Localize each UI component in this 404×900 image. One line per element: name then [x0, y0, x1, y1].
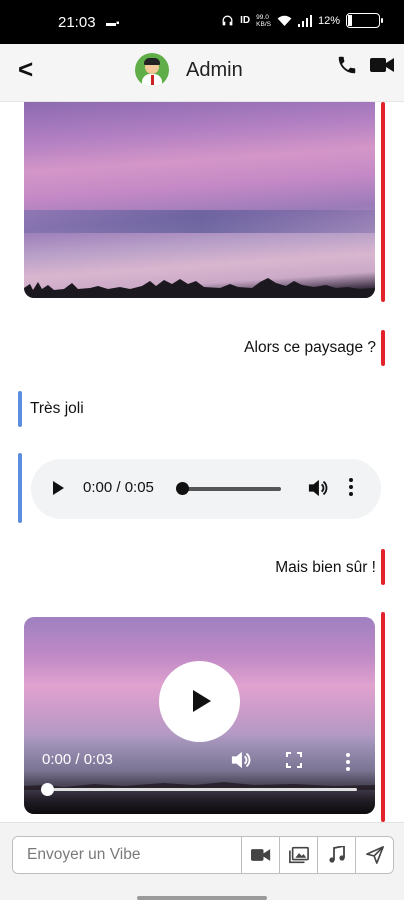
volume-icon[interactable]	[307, 478, 329, 498]
video-play-button[interactable]	[159, 661, 240, 742]
sent-indicator	[381, 612, 385, 822]
image-gallery-icon	[288, 846, 309, 864]
id-icon: ID	[240, 15, 251, 26]
battery-icon	[346, 13, 383, 28]
audio-progress-handle[interactable]	[176, 482, 189, 495]
send-button[interactable]	[355, 837, 393, 873]
home-indicator	[137, 896, 267, 900]
music-note-icon	[328, 846, 345, 863]
image-message[interactable]	[24, 102, 375, 298]
received-indicator	[18, 453, 22, 523]
status-icons: ID 99.0 KB/S 12%	[221, 13, 383, 28]
send-icon	[365, 846, 384, 864]
signal-icon	[297, 14, 312, 27]
video-camera-icon	[250, 849, 270, 861]
wifi-icon	[277, 15, 292, 26]
avatar[interactable]	[135, 53, 169, 87]
video-progress-handle[interactable]	[41, 783, 54, 796]
sent-indicator	[381, 102, 385, 302]
send-video-button[interactable]	[241, 837, 279, 873]
net-speed: 99.0 KB/S	[256, 13, 271, 28]
sunset-image	[24, 102, 375, 298]
message-text-sent: Alors ce paysage ?	[244, 339, 376, 356]
contact-name[interactable]: Admin	[186, 59, 243, 82]
video-volume-icon[interactable]	[230, 750, 252, 770]
audio-progress-track[interactable]	[183, 487, 281, 491]
message-input[interactable]	[13, 837, 241, 873]
sent-indicator	[381, 549, 385, 585]
audio-time: 0:00 / 0:05	[83, 479, 154, 496]
send-image-button[interactable]	[279, 837, 317, 873]
message-text-received: Très joli	[30, 400, 84, 417]
status-time: 21:03	[58, 14, 96, 31]
video-more-options-icon[interactable]	[346, 753, 350, 774]
received-indicator	[18, 391, 22, 427]
message-text-sent: Mais bien sûr !	[275, 559, 376, 576]
play-icon[interactable]	[53, 481, 64, 495]
audio-player[interactable]: 0:00 / 0:05	[31, 459, 381, 519]
battery-percent: 12%	[317, 14, 340, 27]
back-arrow-icon[interactable]: <	[18, 54, 33, 85]
video-progress-track[interactable]	[48, 788, 357, 791]
send-audio-button[interactable]	[317, 837, 355, 873]
sent-indicator	[381, 330, 385, 366]
notification-icon: ▬▪	[106, 18, 120, 29]
headphones-icon	[222, 15, 233, 26]
phone-icon[interactable]	[336, 54, 358, 76]
video-time: 0:00 / 0:03	[42, 751, 113, 768]
chat-header: < Admin	[0, 44, 404, 102]
status-bar: 21:03 ▬▪ ID 99.0 KB/S 12%	[0, 0, 404, 44]
treeline	[24, 278, 375, 298]
video-call-icon[interactable]	[370, 56, 394, 74]
composer-bar	[0, 822, 404, 900]
fullscreen-icon[interactable]	[286, 752, 302, 768]
composer-group	[12, 836, 394, 874]
more-options-icon[interactable]	[349, 478, 353, 499]
video-player[interactable]: 0:00 / 0:03	[24, 617, 375, 814]
battery-fill	[348, 15, 352, 26]
